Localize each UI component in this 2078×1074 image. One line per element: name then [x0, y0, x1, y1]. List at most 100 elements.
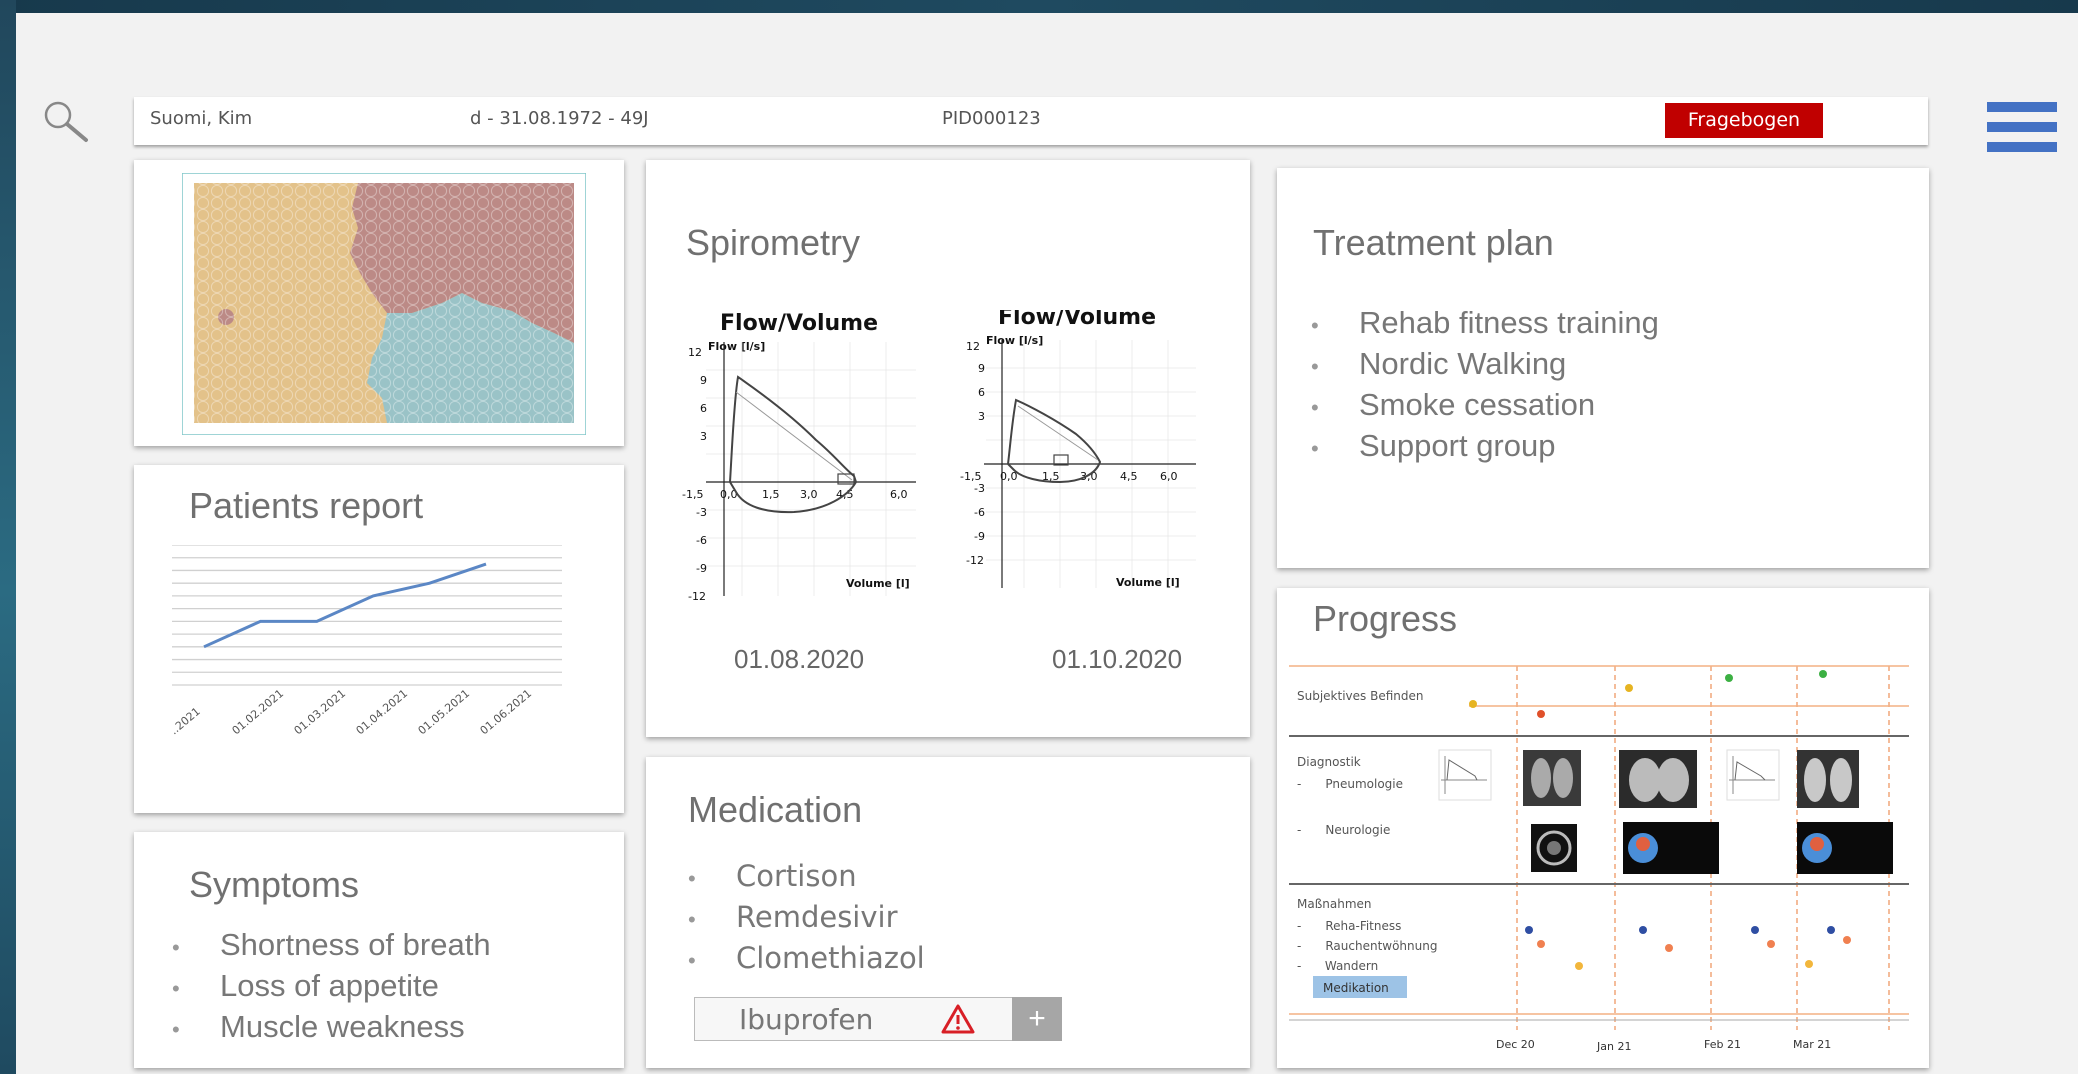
list-item: • Loss of appetite	[172, 968, 439, 1003]
y-tick: 9	[978, 362, 985, 375]
y-tick: 3	[700, 430, 707, 443]
treatment-plan-title: Treatment plan	[1313, 222, 1554, 263]
list-item: • Rehab fitness training	[1311, 305, 1659, 340]
questionnaire-button[interactable]: Fragebogen	[1665, 103, 1823, 138]
status-dot	[1625, 684, 1633, 692]
spirometry-chart-1: Flow/Volume Flow [l/s] 12 9 6 3 -3 -6 -9…	[682, 311, 916, 600]
symptoms-title: Symptoms	[189, 864, 360, 905]
treatment-plan-list: • Rehab fitness training • Nordic Walking …	[1311, 302, 1659, 466]
chart-ylabel: Flow [l/s]	[986, 334, 1043, 347]
list-item: • Muscle weakness	[172, 1009, 465, 1044]
status-dot	[1725, 674, 1733, 682]
x-tick-label: 01.04.2021	[354, 687, 411, 737]
add-medication-button[interactable]: +	[1012, 997, 1062, 1041]
y-tick: -9	[696, 562, 707, 575]
hamburger-menu-icon[interactable]	[1987, 102, 2057, 156]
chart-xlabel: Volume [l]	[1116, 576, 1180, 589]
x-tick: 3,0	[1080, 470, 1098, 483]
new-medication-field[interactable]: Ibuprofen	[694, 997, 1018, 1041]
list-item: • Clomethiazol	[688, 941, 925, 975]
y-tick: -12	[966, 554, 984, 567]
timeline-x-label: Jan 21	[1596, 1040, 1631, 1053]
measure-dot	[1805, 960, 1813, 968]
x-tick-label: 01.03.2021	[292, 687, 349, 737]
y-tick: -3	[696, 506, 707, 519]
window-left-border	[0, 0, 16, 1074]
list-item: • Smoke cessation	[1311, 387, 1596, 422]
y-tick: 6	[700, 402, 707, 415]
window-top-border	[0, 0, 2078, 13]
measure-dot	[1827, 926, 1835, 934]
x-tick-label: 01.05.2021	[416, 687, 473, 737]
patients-report-title: Patients report	[189, 485, 424, 526]
row-label-rehab: - Reha-Fitness	[1297, 919, 1401, 933]
row-label-walking: - Wandern	[1297, 959, 1378, 973]
row-label-measures: Maßnahmen	[1297, 897, 1372, 911]
treatment-plan-card: Treatment plan • Rehab fitness training •…	[1277, 168, 1929, 568]
row-label-diagnostics: Diagnostik	[1297, 755, 1361, 769]
progress-title: Progress	[1313, 598, 1458, 639]
spirometry-card: Spirometry Flow/Volume Flow [l/s] 12 9 6…	[646, 160, 1250, 737]
y-tick: 12	[688, 346, 702, 359]
progress-timeline: Subjektives Befinden Diagnostik - Pneumol…	[1289, 665, 1909, 1053]
y-tick: -6	[974, 506, 985, 519]
row-label-smoking: - Rauchentwöhnung	[1297, 939, 1437, 953]
row-label-neuro: - Neurologie	[1297, 823, 1390, 837]
y-tick: -6	[696, 534, 707, 547]
patients-report-card: Patients report ..2021 01.02.2021 01.03.20…	[134, 465, 624, 813]
medication-list: • Cortison • Remdesivir • Clomethiazol	[688, 855, 925, 978]
x-tick: 1,5	[762, 488, 780, 501]
list-item: • Support group	[1311, 428, 1556, 463]
list-item: • Shortness of breath	[172, 927, 491, 962]
cluster-map-card	[134, 160, 624, 446]
medication-title: Medication	[688, 789, 863, 830]
spirometry-date-2: 01.10.2020	[1052, 644, 1183, 674]
y-tick: 6	[978, 386, 985, 399]
spirometry-date-1: 01.08.2020	[734, 644, 865, 674]
y-tick: -9	[974, 530, 985, 543]
patient-id: PID000123	[942, 108, 1041, 129]
plus-icon: +	[1028, 1002, 1046, 1035]
symptoms-list: • Shortness of breath • Loss of appetite •…	[172, 924, 491, 1047]
x-tick: 6,0	[1160, 470, 1178, 483]
x-tick-label: 01.02.2021	[230, 687, 287, 737]
measure-dot	[1575, 962, 1583, 970]
x-tick: 6,0	[890, 488, 908, 501]
spirometry-title: Spirometry	[686, 222, 861, 263]
chart-ylabel: Flow [l/s]	[708, 340, 765, 353]
flow-volume-reference	[1017, 405, 1099, 461]
row-label-pneumo: - Pneumologie	[1297, 777, 1403, 791]
x-tick: 3,0	[800, 488, 818, 501]
pneumo-chart-thumb	[1438, 749, 1492, 801]
new-medication-value: Ibuprofen	[739, 1003, 874, 1036]
row-label-subjective: Subjektives Befinden	[1297, 689, 1423, 703]
pneumo-chart-thumb	[1726, 749, 1780, 801]
progress-card: Progress Subjektives Befinden Diagnostik…	[1277, 588, 1929, 1068]
warning-icon	[941, 1004, 975, 1034]
y-tick: -12	[688, 590, 706, 600]
patients-report-chart: ..2021 01.02.2021 01.03.2021 01.04.2021 01.0…	[168, 545, 562, 737]
list-item: • Nordic Walking	[1311, 346, 1567, 381]
chart-xlabel: Volume [l]	[846, 577, 910, 590]
x-tick-label: ..2021	[168, 705, 203, 737]
y-tick: 9	[700, 374, 707, 387]
medication-card: Medication • Cortison • Remdesivir • Clomet…	[646, 757, 1250, 1068]
x-tick: 4,5	[1120, 470, 1138, 483]
search-icon[interactable]	[40, 98, 92, 144]
patient-name: Suomi, Kim	[150, 108, 253, 129]
y-tick: -3	[974, 482, 985, 495]
status-dot	[1537, 710, 1545, 718]
timeline-x-label: Feb 21	[1704, 1038, 1741, 1051]
list-item: • Remdesivir	[688, 900, 898, 934]
timeline-x-label: Dec 20	[1496, 1038, 1535, 1051]
medication-badge-label: Medikation	[1323, 981, 1389, 995]
x-tick: -1,5	[682, 488, 703, 501]
list-item: • Cortison	[688, 859, 857, 893]
measure-dot	[1525, 926, 1533, 934]
measure-dot	[1639, 926, 1647, 934]
timeline-x-label: Mar 21	[1793, 1038, 1831, 1051]
status-dot	[1469, 700, 1477, 708]
measure-dot	[1751, 926, 1759, 934]
cluster-map	[182, 173, 586, 435]
x-tick-label: 01.06.2021	[478, 687, 535, 737]
